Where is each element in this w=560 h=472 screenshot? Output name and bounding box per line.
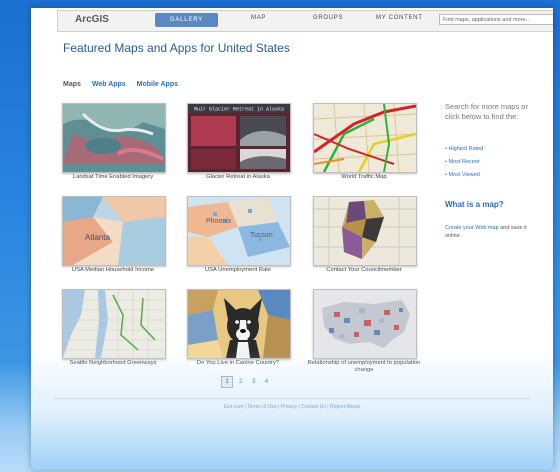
browser-page: ★★★☆☆ ArcGIS GALLERY MAP GROUPS MY CONTE…: [31, 8, 553, 470]
search-placeholder: Find maps, applications and more...: [443, 17, 531, 23]
tucson-label: Tucson: [250, 232, 273, 239]
caption-unemployment[interactable]: USA Unemployment Rate: [173, 267, 303, 274]
page-1-button[interactable]: 1: [221, 376, 233, 388]
pagination: 1 2 3 4: [221, 376, 272, 388]
page-title: Featured Maps and Apps for United States: [63, 41, 290, 55]
arcgis-logo[interactable]: ArcGIS: [75, 14, 109, 25]
caption-unemployment-population[interactable]: Relationship of unemployment to populati…: [299, 360, 429, 374]
thumbnail-canine-country[interactable]: [187, 289, 291, 359]
thumbnail-unemployment[interactable]: Phoenix Tucson: [187, 196, 291, 266]
sidebar-heading: Search for more maps or click below to f…: [445, 102, 528, 121]
page-reflection-fade: [31, 350, 553, 470]
footer-links[interactable]: Esri.com | Terms of Use | Privacy | Cont…: [31, 404, 553, 410]
caption-canine-country[interactable]: Do You Live in Canine Country?: [173, 360, 303, 367]
caption-greenways[interactable]: Seattle Neighborhood Greenways: [48, 360, 178, 367]
create-web-map-link[interactable]: Create your Web map: [445, 225, 499, 231]
thumbnail-landsat[interactable]: [62, 103, 166, 173]
what-is-a-map-link[interactable]: What is a map?: [445, 200, 504, 209]
atlanta-label: Atlanta: [85, 233, 110, 242]
tab-gallery[interactable]: GALLERY: [155, 13, 218, 27]
caption-traffic[interactable]: World Traffic Map: [299, 174, 429, 181]
caption-landsat[interactable]: Landsat Time Enabled Imagery: [48, 174, 178, 181]
footer-divider: [53, 398, 531, 399]
sidebar-link-most-recent[interactable]: Most Recent: [445, 159, 479, 165]
subtab-web-apps[interactable]: Web Apps: [92, 81, 126, 88]
sidebar-link-highest-rated[interactable]: Highest Rated: [445, 146, 483, 152]
thumbnail-unemployment-population[interactable]: [313, 289, 417, 359]
phoenix-label: Phoenix: [206, 218, 232, 225]
glacier-banner-text: Muir Glacier Retreat in Alaska: [194, 107, 284, 113]
thumbnail-household-income[interactable]: Atlanta: [62, 196, 166, 266]
sidebar-link-most-viewed[interactable]: Most Viewed: [445, 172, 479, 178]
thumbnail-greenways[interactable]: [62, 289, 166, 359]
thumbnail-traffic[interactable]: [313, 103, 417, 173]
thumbnail-councilmember[interactable]: [313, 196, 417, 266]
page-2-button[interactable]: 2: [236, 377, 246, 387]
caption-councilmember[interactable]: Contact Your Councilmember: [299, 267, 429, 274]
top-navigation-bar: ArcGIS GALLERY MAP GROUPS MY CONTENT Fin…: [57, 10, 553, 32]
caption-household-income[interactable]: USA Median Household Income: [48, 267, 178, 274]
page-3-button[interactable]: 3: [249, 377, 259, 387]
tab-groups[interactable]: GROUPS: [313, 15, 343, 21]
page-4-button[interactable]: 4: [261, 377, 271, 387]
subtab-maps[interactable]: Maps: [63, 81, 81, 88]
subtab-mobile-apps[interactable]: Mobile Apps: [137, 81, 178, 88]
thumbnail-glacier[interactable]: Muir Glacier Retreat in Alaska: [187, 103, 291, 173]
search-input[interactable]: Find maps, applications and more... ⚲: [439, 14, 553, 25]
gallery-subtabs: Maps Web Apps Mobile Apps: [63, 81, 187, 88]
tab-my-content[interactable]: MY CONTENT: [376, 15, 423, 21]
caption-glacier[interactable]: Glacier Retreat in Alaska: [173, 174, 303, 181]
create-web-map-text: Create your Web map and save it online.: [445, 224, 540, 240]
tab-map[interactable]: MAP: [251, 15, 266, 21]
